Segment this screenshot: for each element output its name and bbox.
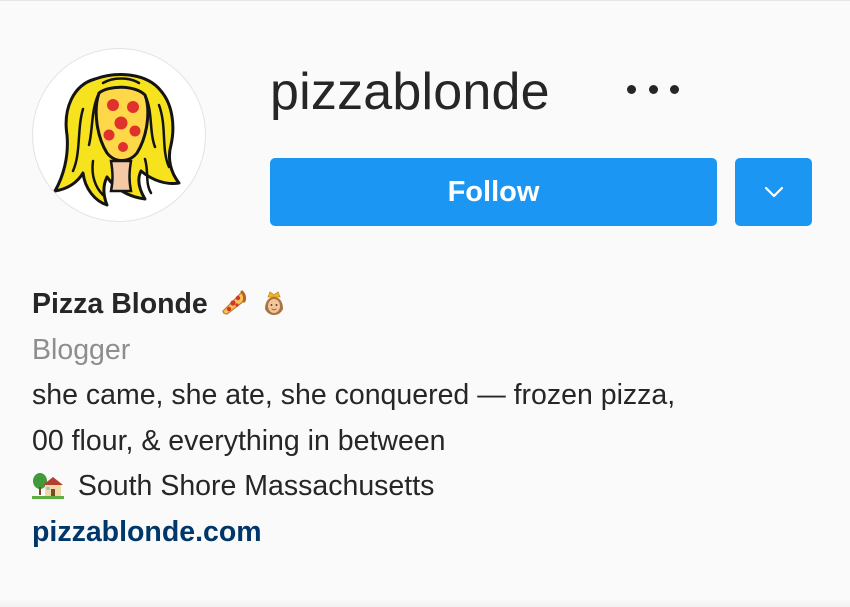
princess-emoji — [264, 291, 283, 315]
more-dot-icon — [627, 84, 636, 94]
profile-avatar[interactable] — [32, 48, 206, 222]
follow-button[interactable]: Follow — [270, 158, 717, 226]
pizza-emoji — [222, 290, 246, 315]
avatar-illustration — [53, 73, 181, 207]
more-dot-icon — [648, 84, 658, 94]
profile-website-link[interactable]: pizzablonde.com — [32, 510, 822, 556]
bottom-edge — [0, 599, 850, 607]
location-line: South Shore Massachusetts — [32, 464, 822, 510]
top-divider — [0, 0, 850, 1]
profile-bio: Pizza Blonde Blogger she came, she ate, … — [32, 282, 822, 555]
profile-full-name: Pizza Blonde — [32, 288, 208, 320]
more-dot-icon — [670, 84, 679, 94]
profile-username: pizzablonde — [270, 63, 550, 121]
chevron-down-icon — [764, 186, 783, 198]
profile-location: South Shore Massachusetts — [77, 470, 435, 502]
full-name-line: Pizza Blonde — [32, 282, 822, 328]
profile-category: Blogger — [32, 333, 131, 366]
bio-line: 00 flour, & everything in between — [32, 424, 446, 457]
suggested-accounts-dropdown-button[interactable] — [735, 158, 812, 226]
house-with-garden-emoji — [32, 473, 64, 499]
more-options-icon[interactable] — [627, 78, 679, 100]
bio-line: she came, she ate, she conquered — froze… — [32, 379, 676, 411]
